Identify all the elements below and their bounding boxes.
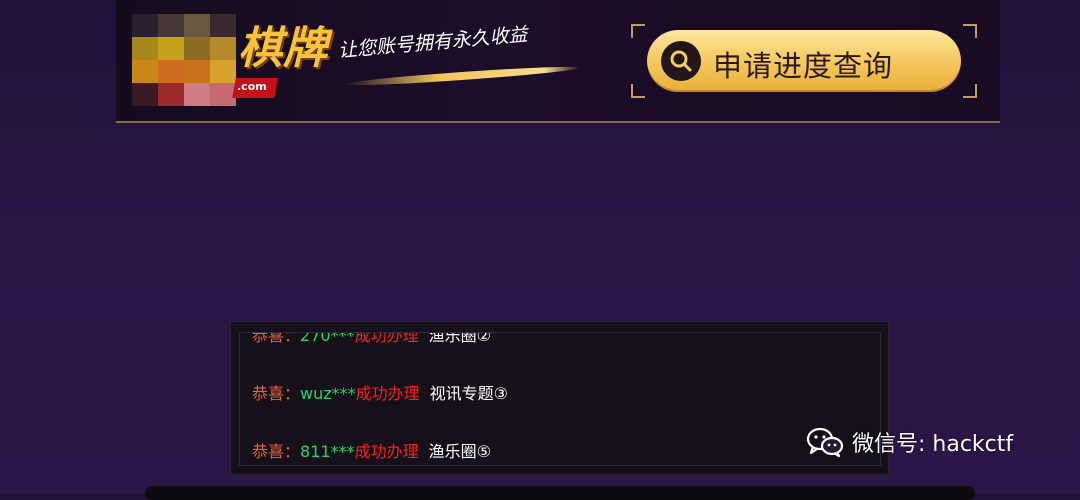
frame-corner (631, 24, 645, 38)
notice-list: 恭喜：270***成功办理 渔乐圈② 恭喜：wuz***成功办理 视讯专题③ 恭喜：… (252, 332, 508, 465)
notice-product: 视讯专题③ (429, 384, 509, 403)
frame-corner (963, 24, 977, 38)
success-notice-panel: 恭喜：270***成功办理 渔乐圈② 恭喜：wuz***成功办理 视讯专题③ 恭喜：… (230, 321, 889, 475)
logo-domain: .com (237, 80, 267, 93)
logo-text[interactable]: 棋牌 (238, 12, 328, 76)
query-button-label: 申请进度查询 (713, 49, 894, 83)
watermark-text: 微信号: hackctf (852, 432, 1014, 457)
notice-item: 恭喜：wuz***成功办理 视讯专题③ (252, 381, 508, 439)
bottom-bar (145, 486, 975, 500)
notice-product: 渔乐圈⑤ (428, 442, 491, 461)
notice-status: 成功办理 (355, 384, 420, 403)
progress-query-button[interactable]: 申请进度查询 (647, 30, 961, 92)
notice-scroll-area: 恭喜：270***成功办理 渔乐圈② 恭喜：wuz***成功办理 视讯专题③ 恭喜：… (239, 332, 881, 466)
notice-status: 成功办理 (354, 442, 419, 461)
notice-prefix: 恭喜： (252, 442, 301, 461)
slogan: 让您账号拥有永久收益 (337, 23, 529, 62)
site-header: .com 棋牌 让您账号拥有永久收益 申请进度查询 (116, 0, 1000, 123)
slogan-underline (344, 63, 580, 89)
wechat-watermark: 微信号: hackctf (806, 422, 1013, 462)
notice-prefix: 恭喜： (252, 332, 301, 345)
notice-user: wuz*** (300, 384, 356, 403)
notice-user: 811*** (300, 442, 355, 461)
logo-pixelated-image (132, 14, 236, 106)
notice-product: 渔乐圈② (428, 332, 491, 345)
notice-prefix: 恭喜： (252, 384, 301, 403)
search-icon (661, 41, 701, 81)
notice-item: 恭喜：811***成功办理 渔乐圈⑤ (252, 439, 508, 465)
notice-user: 270*** (300, 332, 355, 345)
query-button-frame: 申请进度查询 (631, 24, 977, 98)
notice-item: 恭喜：270***成功办理 渔乐圈② (252, 332, 508, 381)
notice-status: 成功办理 (354, 332, 419, 345)
wechat-icon (806, 427, 844, 458)
frame-corner (963, 84, 977, 98)
frame-corner (631, 84, 645, 98)
